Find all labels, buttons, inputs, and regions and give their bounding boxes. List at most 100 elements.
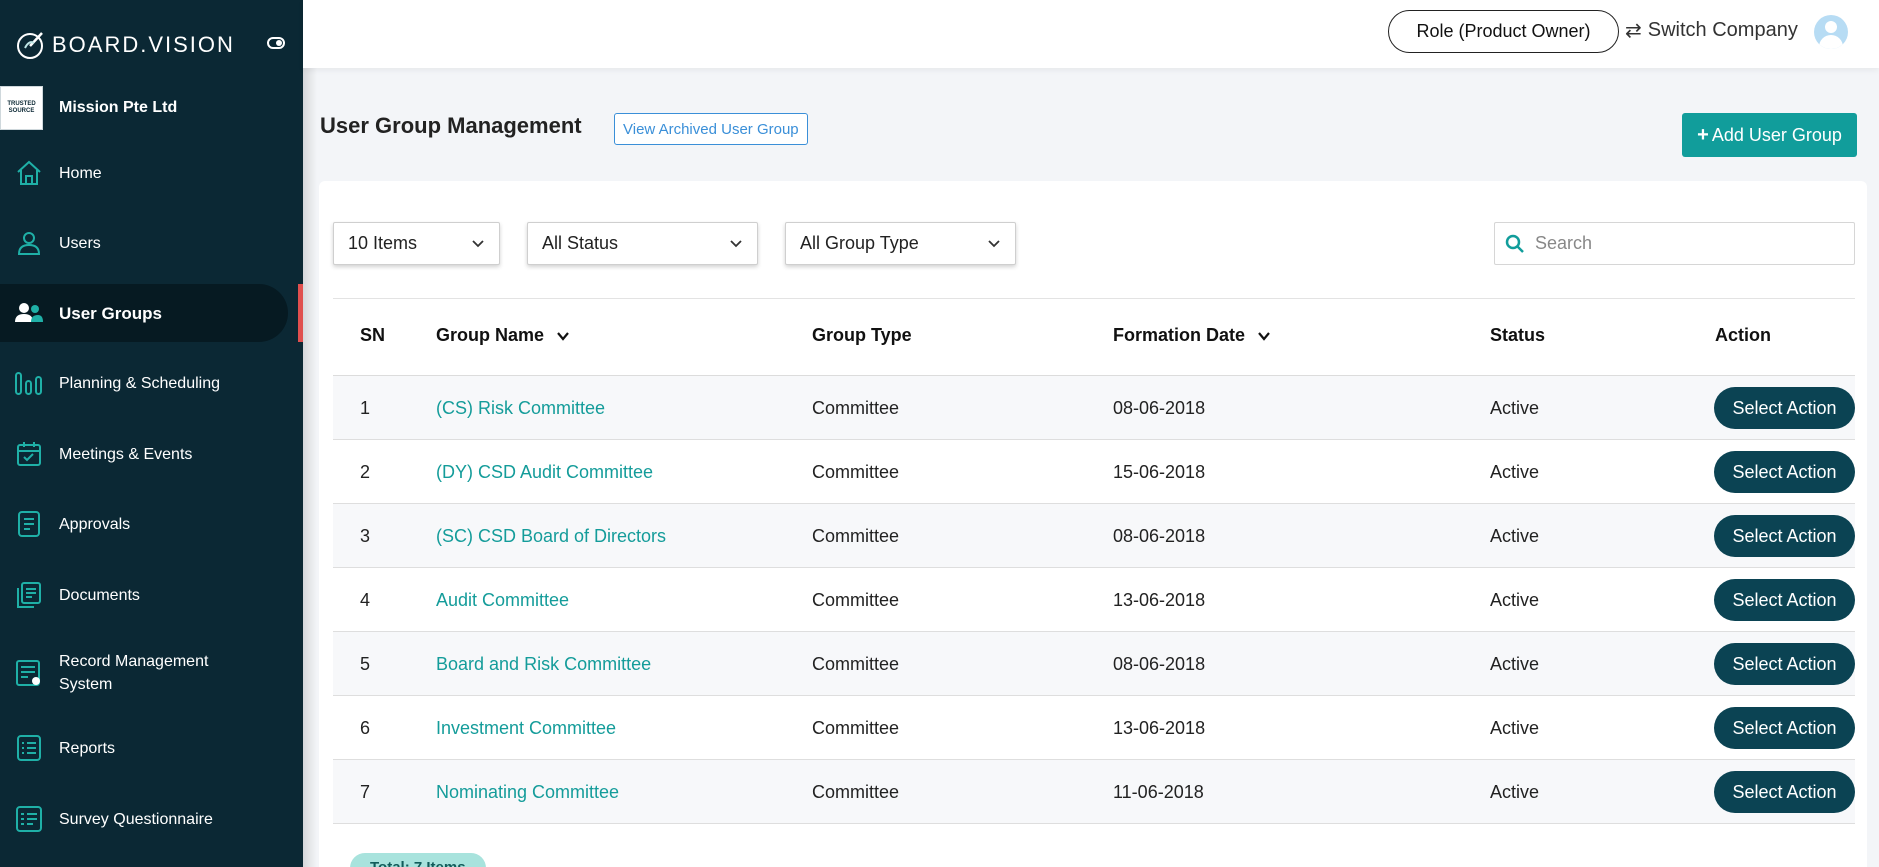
sidebar-item-record-management[interactable]: Record Management System	[0, 644, 288, 702]
column-header-label: Status	[1490, 325, 1546, 345]
column-header-sn: SN	[360, 325, 385, 346]
records-icon	[14, 658, 44, 688]
total-items-badge: Total: 7 Items	[350, 853, 486, 867]
column-header-formation-date[interactable]: Formation Date	[1113, 325, 1271, 346]
formation-date-cell: 15-06-2018	[1113, 461, 1206, 482]
select-action-button[interactable]: Select Action	[1714, 515, 1855, 557]
switch-arrows-icon: ⇄	[1625, 20, 1642, 42]
table-row: 1 (CS) Risk Committee Committee 08-06-20…	[333, 376, 1855, 440]
brand-name: BOARD.VISION	[52, 32, 235, 57]
company-switcher[interactable]: TRUSTED SOURCE Mission Pte Ltd	[0, 86, 303, 130]
group-name-link[interactable]: Board and Risk Committee	[436, 632, 651, 696]
sort-chevron-icon[interactable]	[1257, 329, 1271, 343]
table-row: 4 Audit Committee Committee 13-06-2018 A…	[333, 568, 1855, 632]
row-sn: 1	[360, 397, 371, 418]
sidebar-item-users[interactable]: Users	[0, 214, 288, 272]
sidebar: BOARD.VISION TRUSTED SOURCE Mission Pte …	[0, 0, 303, 867]
status-cell: Active	[1490, 781, 1540, 802]
search-input[interactable]	[1535, 233, 1835, 254]
sidebar-item-label: Meetings & Events	[59, 445, 193, 463]
sidebar-item-reports[interactable]: Reports	[0, 719, 288, 777]
calendar-icon	[14, 439, 44, 469]
survey-icon	[14, 804, 44, 834]
bar-chart-icon	[14, 368, 44, 398]
sidebar-item-label: Survey Questionnaire	[59, 810, 213, 828]
select-action-button[interactable]: Select Action	[1714, 387, 1855, 429]
status-cell: Active	[1490, 461, 1540, 482]
brand[interactable]: BOARD.VISION	[14, 28, 235, 62]
column-header-label: Action	[1715, 325, 1771, 345]
select-action-button[interactable]: Select Action	[1714, 771, 1855, 813]
column-header-group-name[interactable]: Group Name	[436, 325, 570, 346]
items-per-page-select[interactable]: 10 Items	[333, 222, 500, 265]
company-name: Mission Pte Ltd	[59, 99, 178, 116]
table-row: 3 (SC) CSD Board of Directors Committee …	[333, 504, 1855, 568]
switch-company-label: Switch Company	[1647, 19, 1798, 41]
sidebar-item-label: Documents	[59, 586, 140, 604]
select-action-button[interactable]: Select Action	[1714, 643, 1855, 685]
group-name-link[interactable]: Audit Committee	[436, 568, 569, 632]
add-user-group-label: Add User Group	[1711, 124, 1842, 145]
add-user-group-button[interactable]: + Add User Group	[1682, 113, 1857, 157]
status-cell: Active	[1490, 589, 1540, 610]
table-row: 7 Nominating Committee Committee 11-06-2…	[333, 760, 1855, 824]
table-row: 2 (DY) CSD Audit Committee Committee 15-…	[333, 440, 1855, 504]
group-type-filter-select[interactable]: All Group Type	[785, 222, 1016, 265]
sidebar-item-meetings[interactable]: Meetings & Events	[0, 425, 288, 483]
group-type-cell: Committee	[812, 781, 900, 802]
sidebar-item-planning[interactable]: Planning & Scheduling	[0, 354, 288, 412]
group-type-cell: Committee	[812, 717, 900, 738]
formation-date-cell: 08-06-2018	[1113, 653, 1206, 674]
switch-company-button[interactable]: ⇄ Switch Company	[1625, 18, 1798, 43]
user-icon	[14, 228, 44, 258]
chevron-down-icon	[472, 240, 484, 248]
column-header-action: Action	[1715, 325, 1771, 346]
table-row: 6 Investment Committee Committee 13-06-2…	[333, 696, 1855, 760]
user-group-icon	[14, 298, 44, 328]
sidebar-item-home[interactable]: Home	[0, 144, 288, 202]
sidebar-toggle-icon[interactable]	[267, 37, 285, 49]
formation-date-cell: 08-06-2018	[1113, 397, 1206, 418]
sort-chevron-icon[interactable]	[556, 329, 570, 343]
row-sn: 3	[360, 525, 371, 546]
status-cell: Active	[1490, 717, 1540, 738]
formation-date-cell: 11-06-2018	[1113, 781, 1204, 802]
sidebar-item-user-groups[interactable]: User Groups	[0, 284, 288, 342]
select-action-button[interactable]: Select Action	[1714, 579, 1855, 621]
role-button[interactable]: Role (Product Owner)	[1388, 10, 1619, 53]
status-cell: Active	[1490, 525, 1540, 546]
column-header-label: Formation Date	[1113, 325, 1246, 345]
search-box[interactable]	[1494, 222, 1855, 265]
group-name-link[interactable]: (SC) CSD Board of Directors	[436, 504, 666, 568]
row-sn: 7	[360, 781, 371, 802]
group-type-cell: Committee	[812, 461, 900, 482]
column-header-label: Group Type	[812, 325, 912, 345]
status-filter-select[interactable]: All Status	[527, 222, 758, 265]
group-name-link[interactable]: Nominating Committee	[436, 760, 619, 824]
chevron-down-icon	[730, 240, 742, 248]
sidebar-item-label: Reports	[59, 739, 116, 757]
sidebar-item-survey[interactable]: Survey Questionnaire	[0, 790, 288, 848]
select-action-button[interactable]: Select Action	[1714, 707, 1855, 749]
sidebar-item-label: Approvals	[59, 515, 131, 533]
sidebar-shadow	[303, 0, 317, 867]
sidebar-item-documents[interactable]: Documents	[0, 566, 288, 624]
select-action-button[interactable]: Select Action	[1714, 451, 1855, 493]
column-header-label: Group Name	[436, 325, 545, 345]
sidebar-item-approvals[interactable]: Approvals	[0, 495, 288, 553]
group-type-cell: Committee	[812, 589, 900, 610]
search-icon	[1505, 234, 1524, 253]
avatar[interactable]	[1814, 15, 1848, 49]
column-header-group-type: Group Type	[812, 325, 912, 346]
row-sn: 2	[360, 461, 371, 482]
page-title: User Group Management	[320, 113, 582, 138]
group-name-link[interactable]: Investment Committee	[436, 696, 616, 760]
sidebar-item-label: Home	[59, 164, 102, 182]
brand-logo-icon	[17, 32, 43, 59]
group-name-link[interactable]: (DY) CSD Audit Committee	[436, 440, 653, 504]
documents-icon	[14, 580, 44, 610]
group-type-cell: Committee	[812, 525, 900, 546]
group-name-link[interactable]: (CS) Risk Committee	[436, 376, 605, 440]
view-archived-button[interactable]: View Archived User Group	[614, 113, 808, 145]
reports-icon	[14, 733, 44, 763]
